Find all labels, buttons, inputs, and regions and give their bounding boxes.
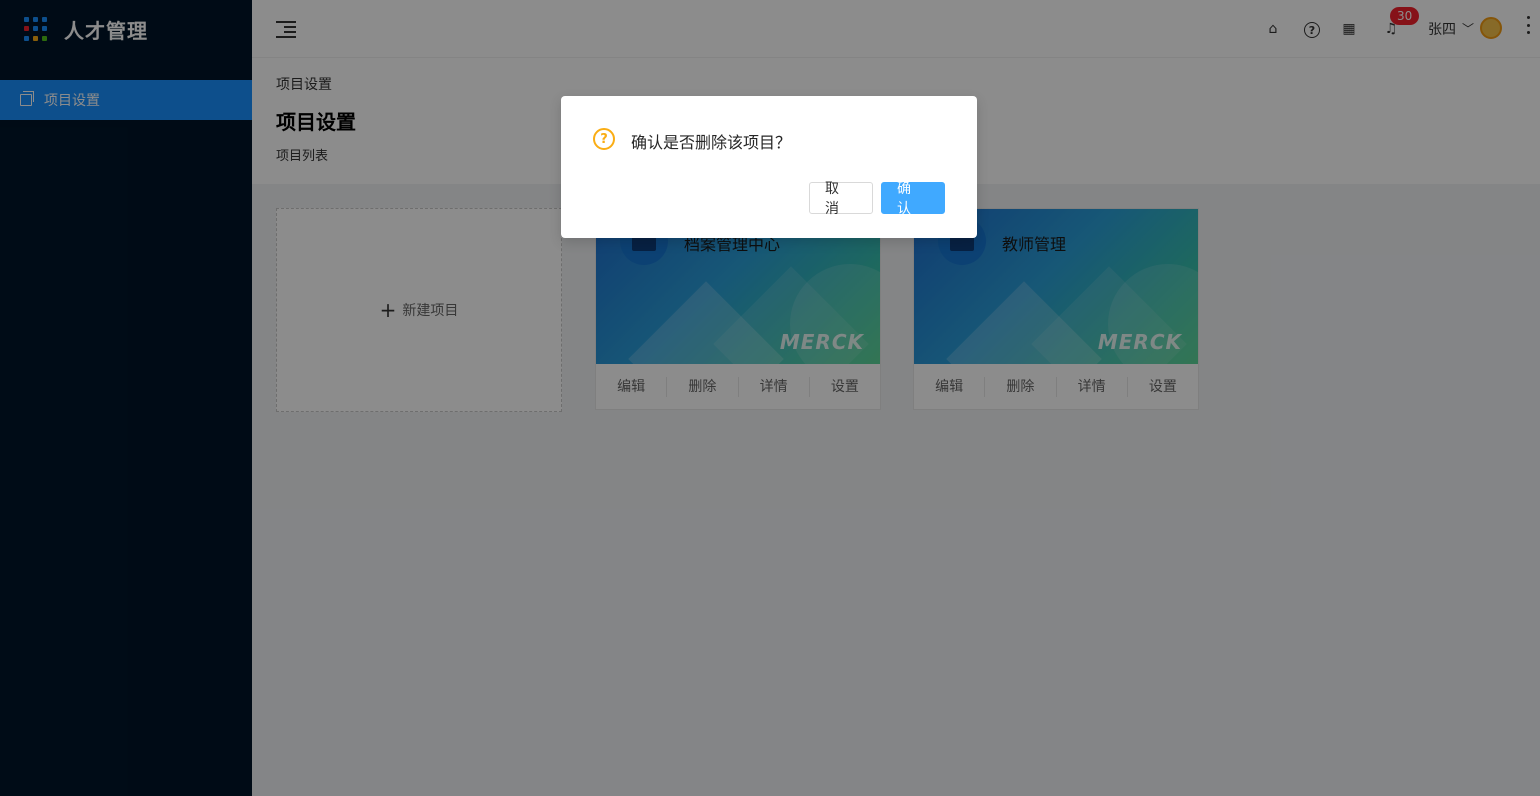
confirm-button[interactable]: 确 认 — [881, 181, 945, 217]
cancel-button[interactable]: 取 消 — [809, 181, 873, 217]
question-circle-icon: ? — [593, 128, 615, 150]
dialog-message: 确认是否删除该项目？ — [631, 133, 792, 152]
confirm-dialog: ? 确认是否删除该项目？ 取 消 确 认 — [561, 96, 977, 238]
